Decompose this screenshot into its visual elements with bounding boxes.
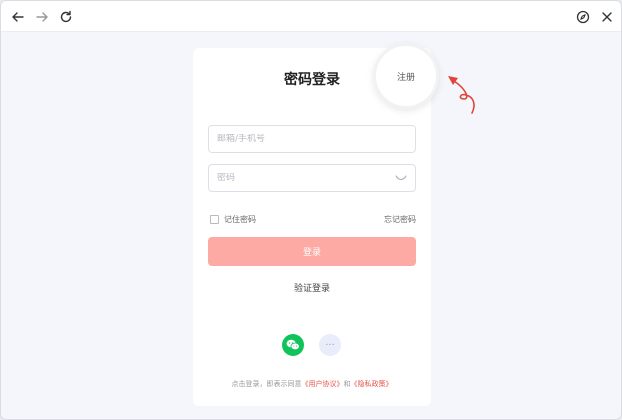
password-field[interactable] (208, 164, 416, 192)
arrow-right-icon[interactable] (32, 7, 52, 27)
wechat-icon (286, 339, 300, 351)
agreement-prefix: 点击登录，即表示同意 (231, 380, 302, 388)
login-card: 密码登录 注册 记住密码 忘记密码 登录 验证登录 (193, 46, 436, 406)
email-input[interactable] (217, 134, 415, 144)
verify-login-link[interactable]: 验证登录 (193, 281, 431, 294)
arrow-left-icon[interactable] (8, 7, 28, 27)
forgot-password-link[interactable]: 忘记密码 (384, 214, 416, 225)
remember-password-checkbox[interactable]: 记住密码 (210, 214, 256, 225)
app-window: 密码登录 注册 记住密码 忘记密码 登录 验证登录 (0, 0, 622, 420)
compass-icon[interactable] (573, 7, 593, 27)
privacy-policy-link[interactable]: 《隐私政策》 (351, 380, 393, 388)
register-label: 注册 (396, 72, 415, 83)
login-button[interactable]: 登录 (208, 237, 416, 266)
reload-icon[interactable] (56, 7, 76, 27)
agreement-and: 和 (343, 380, 351, 388)
email-field[interactable] (208, 125, 416, 153)
wechat-login-button[interactable] (282, 334, 304, 356)
more-login-options-button[interactable]: ··· (319, 334, 341, 356)
remember-label: 记住密码 (224, 215, 256, 224)
checkbox-icon[interactable] (210, 215, 219, 224)
register-button[interactable]: 注册 (376, 46, 436, 106)
agreement-text: 点击登录，即表示同意《用户协议》和《隐私政策》 (193, 379, 431, 389)
annotation-arrow-icon (448, 76, 475, 114)
user-agreement-link[interactable]: 《用户协议》 (302, 380, 344, 388)
password-input[interactable] (217, 173, 415, 183)
more-icon: ··· (325, 339, 335, 351)
title-bar (1, 1, 621, 32)
eye-closed-icon[interactable] (395, 174, 407, 182)
close-icon[interactable] (597, 7, 617, 27)
